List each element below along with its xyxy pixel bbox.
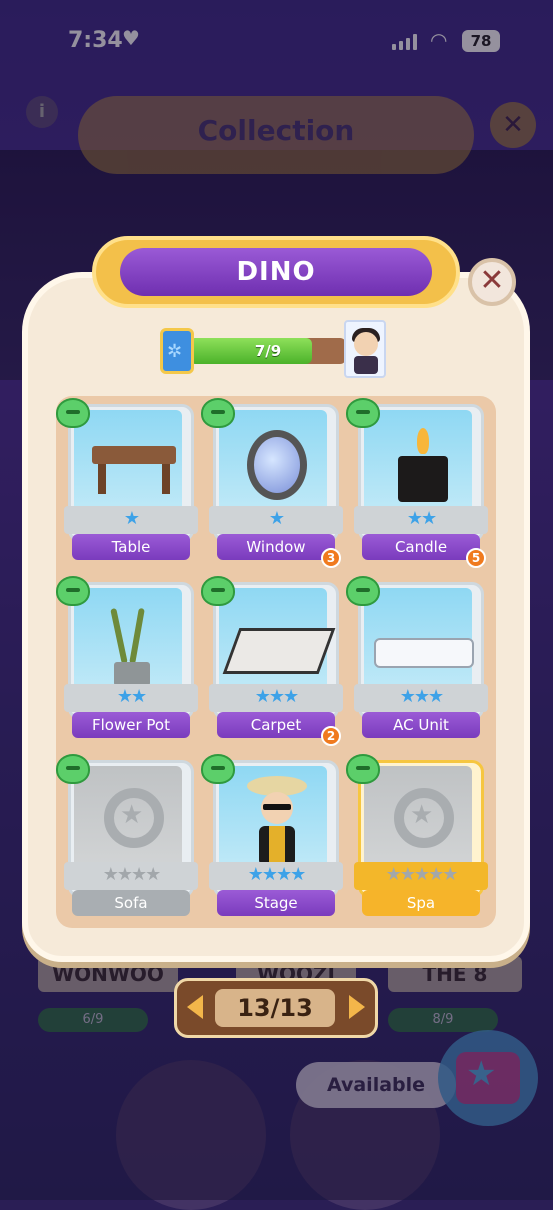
locked-gear-icon: [394, 788, 454, 848]
candle-illustration: [398, 456, 448, 502]
reward-body: [354, 356, 378, 374]
card-stars: ★: [268, 508, 285, 529]
ac-unit-illustration: [374, 638, 474, 668]
member-pager: 13/13: [174, 978, 378, 1038]
card-name: AC Unit: [362, 712, 480, 738]
dino-icon: [346, 576, 380, 606]
card-stars: ★★: [116, 686, 147, 707]
card-flower-pot[interactable]: ★★ Flower Pot: [56, 576, 198, 742]
progress-bar: 7/9: [190, 338, 346, 364]
card-stars: ★★★★: [247, 864, 307, 885]
reed-illustration: [129, 607, 145, 665]
card-sofa[interactable]: ★★★★ Sofa: [56, 754, 198, 920]
card-stars: ★: [123, 508, 140, 529]
card-name: Window: [217, 534, 335, 560]
dino-icon: [201, 576, 235, 606]
duplicate-count-badge: 3: [321, 548, 341, 568]
flower-pot-illustration: [114, 662, 150, 686]
carpet-illustration: [222, 628, 336, 674]
card-stars: ★★: [406, 508, 437, 529]
reward-face: [354, 332, 378, 356]
locked-gear-icon: [104, 788, 164, 848]
duplicate-count-badge: 2: [321, 726, 341, 746]
window-illustration: [247, 430, 307, 500]
dino-icon: [201, 398, 235, 428]
card-stars: ★★★: [399, 686, 444, 707]
card-candle[interactable]: ★★ Candle 5: [346, 398, 488, 568]
dino-icon: [346, 398, 380, 428]
dino-icon: [56, 754, 90, 784]
card-stars: ★★★: [254, 686, 299, 707]
close-button[interactable]: ✕: [468, 258, 516, 306]
close-icon: ✕: [479, 263, 505, 298]
table-leg: [162, 464, 170, 494]
dino-icon: [201, 754, 235, 784]
reward-photocard[interactable]: [344, 320, 386, 378]
modal-title: DINO: [120, 248, 432, 296]
card-stars: ★★★★★: [385, 864, 459, 885]
pager-label: 13/13: [215, 989, 335, 1027]
modal-title-banner: DINO: [92, 236, 460, 308]
card-name: Sofa: [72, 890, 190, 916]
prev-arrow-icon[interactable]: [187, 995, 203, 1019]
card-stage[interactable]: ★★★★ Stage: [201, 754, 343, 920]
duplicate-count-badge: 5: [466, 548, 486, 568]
reed-illustration: [110, 607, 128, 665]
card-name: Candle: [362, 534, 480, 560]
card-name: Spa: [362, 890, 480, 916]
avatar-vest: [269, 826, 285, 862]
next-arrow-icon[interactable]: [349, 995, 365, 1019]
card-table[interactable]: ★ Table: [56, 398, 198, 564]
flame-illustration: [417, 428, 429, 454]
card-pack-icon: ✲: [160, 328, 194, 374]
card-name: Table: [72, 534, 190, 560]
card-name: Carpet: [217, 712, 335, 738]
card-ac-unit[interactable]: ★★★ AC Unit: [346, 576, 488, 742]
dino-icon: [346, 754, 380, 784]
dino-icon: [56, 576, 90, 606]
card-name: Flower Pot: [72, 712, 190, 738]
dino-icon: [56, 398, 90, 428]
card-carpet[interactable]: ★★★ Carpet 2: [201, 576, 343, 746]
table-leg: [98, 464, 106, 494]
table-illustration: [92, 446, 176, 464]
card-window[interactable]: ★ Window 3: [201, 398, 343, 568]
card-stars: ★★★★: [102, 864, 162, 885]
card-name: Stage: [217, 890, 335, 916]
progress-text: 7/9: [254, 342, 282, 360]
card-spa[interactable]: ★★★★★ Spa: [346, 754, 488, 920]
avatar-glasses: [263, 804, 291, 810]
